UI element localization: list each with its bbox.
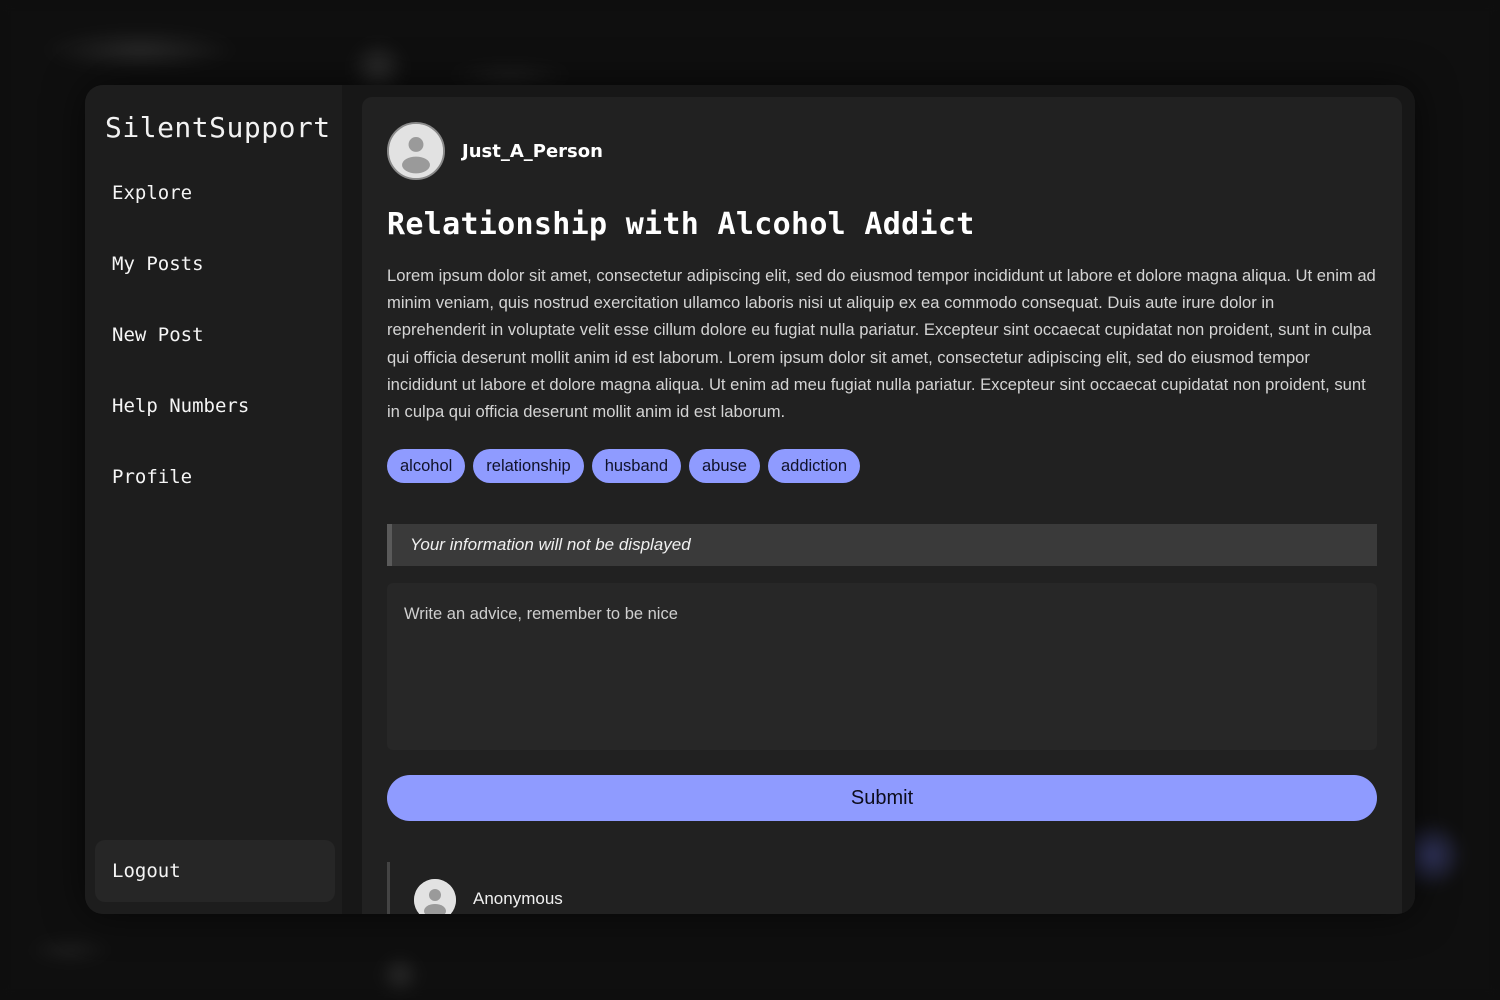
comment-author: Anonymous — [473, 889, 563, 909]
privacy-notice: Your information will not be displayed — [387, 524, 1377, 567]
tag-relationship[interactable]: relationship — [473, 449, 584, 484]
post-body: Lorem ipsum dolor sit amet, consectetur … — [387, 266, 1376, 422]
post-card: Just_A_Person Relationship with Alcohol … — [362, 97, 1402, 914]
sidebar: SilentSupport Explore My Posts New Post … — [85, 85, 342, 914]
tag-list: alcohol relationship husband abuse addic… — [387, 449, 1377, 484]
submit-button[interactable]: Submit — [387, 775, 1377, 822]
advice-input[interactable] — [387, 583, 1377, 751]
user-avatar-icon[interactable] — [387, 122, 445, 180]
main-content: Just_A_Person Relationship with Alcohol … — [342, 85, 1415, 914]
post-title: Relationship with Alcohol Addict — [387, 207, 975, 242]
post-author-name[interactable]: Just_A_Person — [462, 141, 603, 162]
logout-button[interactable]: Logout — [95, 840, 335, 902]
comment-item: Anonymous — [387, 862, 1377, 914]
post-author-row: Just_A_Person — [387, 121, 1377, 181]
app-window: SilentSupport Explore My Posts New Post … — [85, 85, 1415, 914]
sidebar-item-help-numbers[interactable]: Help Numbers — [85, 391, 342, 462]
tag-alcohol[interactable]: alcohol — [387, 449, 466, 484]
sidebar-item-explore[interactable]: Explore — [85, 178, 342, 249]
tag-addiction[interactable]: addiction — [767, 449, 861, 484]
sidebar-item-my-posts[interactable]: My Posts — [85, 249, 342, 320]
tag-husband[interactable]: husband — [591, 449, 681, 484]
brand-logo: SilentSupport — [105, 111, 331, 144]
tag-abuse[interactable]: abuse — [689, 449, 760, 484]
sidebar-item-profile[interactable]: Profile — [85, 462, 342, 533]
sidebar-item-new-post[interactable]: New Post — [85, 320, 342, 391]
commenter-avatar-icon — [414, 879, 456, 914]
